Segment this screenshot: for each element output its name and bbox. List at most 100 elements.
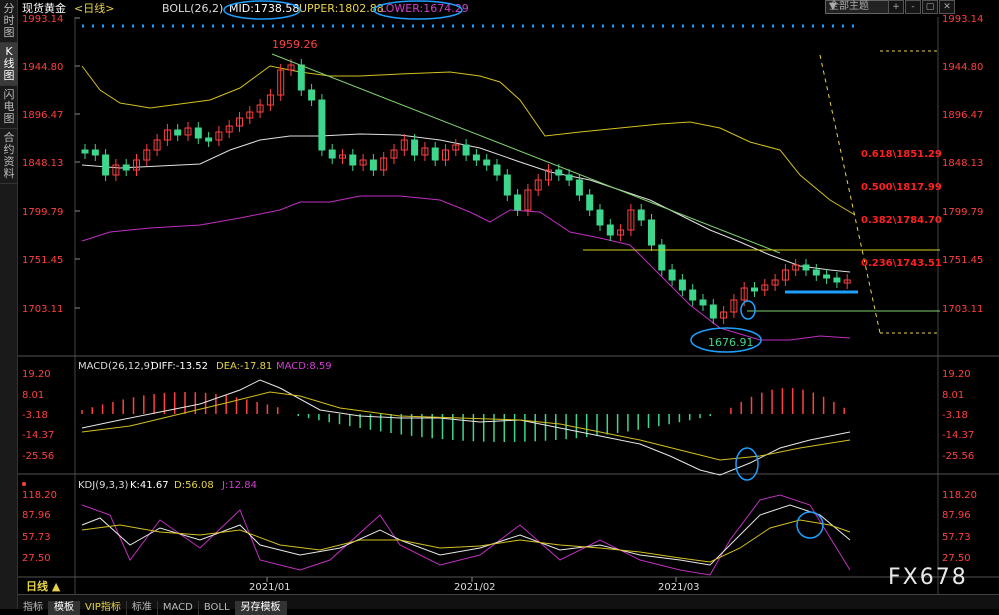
candle-body xyxy=(699,299,707,306)
price-axis-label: 1751.45 xyxy=(22,255,63,266)
candle-body xyxy=(812,269,820,276)
kdj-title: KDJ(9,3,3) xyxy=(78,480,129,491)
macd-diff: DIFF:-13.52 xyxy=(151,361,208,372)
candle-body xyxy=(411,139,419,156)
kdj-axis-label: 118.20 xyxy=(942,490,977,501)
candle-body xyxy=(565,174,573,181)
macd-title: MACD(26,12,9) xyxy=(78,361,154,372)
low-price-label: 1676.91 xyxy=(708,336,754,349)
candle-body xyxy=(472,154,480,161)
macd-axis-label: 19.20 xyxy=(22,369,51,380)
watermark-logo: FX678 xyxy=(888,565,968,590)
kdj-d: D:56.08 xyxy=(174,480,214,491)
price-axis-label: 1896.47 xyxy=(22,110,63,121)
price-axis-label: 1703.11 xyxy=(22,304,63,315)
candle-body xyxy=(586,194,594,211)
fib-level-label: 0.500\1817.99 xyxy=(861,182,942,193)
date-label: 2021/03 xyxy=(658,582,700,593)
macd-axis-label: -14.37 xyxy=(942,430,974,441)
date-label: 2021/01 xyxy=(249,582,291,593)
macd-diff-line xyxy=(81,379,851,476)
bottom-tab-bar: 指标 模板 VIP指标 标准 MACD BOLL 另存模板 xyxy=(18,594,999,615)
tab-standard[interactable]: 标准 xyxy=(127,601,158,615)
price-axis-label: 1703.11 xyxy=(942,304,983,315)
candle-body xyxy=(462,144,470,156)
fib-level-label: 0.236\1743.51 xyxy=(861,258,942,269)
kdj-axis-label: 87.96 xyxy=(942,510,971,521)
candle-body xyxy=(678,279,686,291)
candle-body xyxy=(823,274,831,279)
price-axis-label: 1751.45 xyxy=(942,255,983,266)
candle-body xyxy=(369,159,377,171)
kdj-axis-label: 27.50 xyxy=(942,553,971,564)
fib-level-label: 0.618\1851.29 xyxy=(861,149,942,160)
candle-body xyxy=(318,99,326,151)
macd-axis-label: -3.18 xyxy=(22,410,48,421)
kdj-axis-label: 87.96 xyxy=(22,510,51,521)
period-selector[interactable]: 日线 ▲ xyxy=(26,578,60,594)
tab-vip-indicators[interactable]: VIP指标 xyxy=(80,601,127,615)
macd-axis-label: -3.18 xyxy=(942,410,968,421)
macd-axis-label: -14.37 xyxy=(22,430,54,441)
candle-body xyxy=(81,149,89,154)
tab-indicators[interactable]: 指标 xyxy=(18,601,49,615)
candle-body xyxy=(174,129,182,136)
candle-body xyxy=(555,169,563,176)
kdj-axis-label: 57.73 xyxy=(942,532,971,543)
macd-axis-label: 8.01 xyxy=(942,390,964,401)
candle-body xyxy=(689,289,697,301)
candle-body xyxy=(205,137,213,142)
candle-body xyxy=(194,127,202,139)
macd-axis-label: -25.56 xyxy=(942,451,974,462)
macd-value: MACD:8.59 xyxy=(276,361,332,372)
candle-body xyxy=(751,287,758,292)
kdj-k: K:41.67 xyxy=(130,480,169,491)
candle-body xyxy=(493,164,501,176)
candle-body xyxy=(658,244,666,271)
kdj-axis-label: 118.20 xyxy=(22,490,57,501)
price-axis-label: 1944.80 xyxy=(942,62,983,73)
candle-body xyxy=(596,209,604,226)
candle-body xyxy=(709,304,717,319)
kdj-axis-label: 27.50 xyxy=(22,553,51,564)
candle-body xyxy=(328,149,336,159)
date-label: 2021/02 xyxy=(454,582,496,593)
macd-axis-label: 19.20 xyxy=(942,369,971,380)
macd-dea-line xyxy=(81,391,851,461)
candle-body xyxy=(91,149,99,156)
tab-save-template[interactable]: 另存模板 xyxy=(235,601,287,615)
boll-lower-line xyxy=(81,195,851,341)
candle-body xyxy=(503,174,511,196)
tab-template[interactable]: 模板 xyxy=(49,601,80,615)
kdj-axis-label: 57.73 xyxy=(22,532,51,543)
kdj-j: J:12.84 xyxy=(221,480,257,491)
candle-body xyxy=(648,219,655,246)
candle-body xyxy=(102,154,110,176)
candle-body xyxy=(606,224,614,236)
candle-body xyxy=(431,147,439,161)
price-axis-label: 1848.13 xyxy=(22,158,63,169)
candle-body xyxy=(122,164,130,171)
candle-body xyxy=(483,159,491,166)
candle-body xyxy=(297,64,305,91)
candle-body xyxy=(668,269,676,281)
annotation-circle xyxy=(373,0,463,20)
price-axis-label: 1993.14 xyxy=(22,14,63,25)
price-axis-label: 1799.79 xyxy=(942,207,983,218)
trend-line xyxy=(271,53,781,254)
macd-axis-label: -25.56 xyxy=(22,451,54,462)
candle-body xyxy=(802,264,810,271)
candle-body xyxy=(349,154,357,166)
tab-macd[interactable]: MACD xyxy=(158,601,199,615)
tab-boll[interactable]: BOLL xyxy=(199,601,236,615)
price-axis-label: 1944.80 xyxy=(22,62,63,73)
annotation-circle xyxy=(223,0,301,20)
chart-canvas[interactable]: 1993.14 1944.80 1896.47 1848.13 1799.79 1751.… xyxy=(0,0,999,609)
macd-dea: DEA:-17.81 xyxy=(216,361,272,372)
price-axis-label: 1993.14 xyxy=(942,14,983,25)
high-price-label: 1959.26 xyxy=(272,38,318,51)
macd-axis-label: 8.01 xyxy=(22,390,44,401)
candle-body xyxy=(637,209,645,221)
price-axis-label: 1896.47 xyxy=(942,110,983,121)
fib-level-label: 0.382\1784.70 xyxy=(861,215,942,226)
